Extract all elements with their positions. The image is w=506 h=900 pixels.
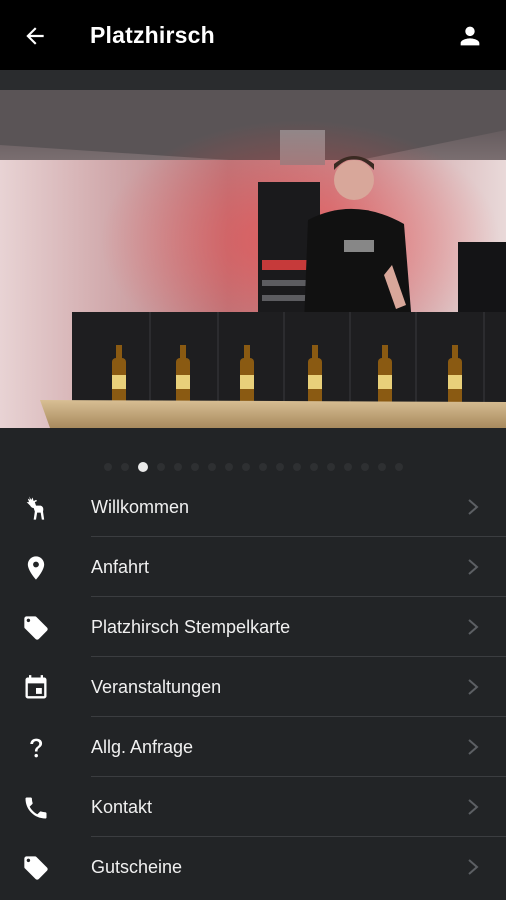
slider-dot[interactable] (326, 463, 335, 471)
hero-image-slider[interactable] (0, 90, 506, 428)
question-icon (30, 738, 43, 758)
tag-icon (24, 856, 48, 880)
slider-dot[interactable] (173, 463, 182, 471)
slider-dot[interactable] (207, 463, 216, 471)
menu-item-willkommen[interactable]: Willkommen (0, 477, 506, 537)
chevron-right-icon (468, 679, 479, 695)
menu-item-veranstaltungen[interactable]: Veranstaltungen (0, 657, 506, 717)
main-menu: Willkommen Anfahrt Platzhirsch Stempelka… (0, 477, 506, 897)
menu-item-label: Veranstaltungen (91, 677, 222, 697)
menu-item-gutscheine[interactable]: Gutscheine (0, 837, 506, 897)
slider-dot[interactable] (190, 463, 199, 471)
menu-item-label: Anfahrt (91, 557, 150, 577)
page-title: Platzhirsch (90, 22, 215, 48)
menu-item-anfrage[interactable]: Allg. Anfrage (0, 717, 506, 777)
slider-dot[interactable] (360, 463, 369, 471)
chevron-right-icon (468, 619, 479, 635)
slider-dot[interactable] (394, 463, 403, 471)
slider-dot[interactable] (309, 463, 318, 471)
slider-dot[interactable] (137, 462, 148, 472)
app-bar: Platzhirsch (0, 0, 506, 70)
header-divider-strip (0, 70, 506, 90)
slider-dot[interactable] (343, 463, 352, 471)
slider-dot[interactable] (120, 463, 129, 471)
chevron-right-icon (468, 559, 479, 575)
chevron-right-icon (468, 799, 479, 815)
slider-dot[interactable] (241, 463, 250, 471)
slider-dot[interactable] (156, 463, 165, 471)
menu-item-anfahrt[interactable]: Anfahrt (0, 537, 506, 597)
menu-item-kontakt[interactable]: Kontakt (0, 777, 506, 837)
tag-icon (24, 616, 48, 640)
phone-icon (25, 797, 47, 819)
arrow-left-icon[interactable] (22, 23, 48, 49)
slider-dot[interactable] (377, 463, 386, 471)
menu-item-label: Kontakt (91, 797, 153, 817)
chevron-right-icon (468, 859, 479, 875)
location-pin-icon (27, 556, 45, 580)
chevron-right-icon (468, 499, 479, 515)
slider-page-indicator[interactable] (0, 459, 506, 475)
menu-item-label: Gutscheine (91, 857, 183, 877)
menu-item-label: Willkommen (91, 497, 190, 517)
slider-dot[interactable] (103, 463, 112, 471)
slider-dot[interactable] (292, 463, 301, 471)
person-icon[interactable] (456, 22, 484, 50)
menu-item-label: Platzhirsch Stempelkarte (91, 617, 291, 637)
slider-dot[interactable] (258, 463, 267, 471)
deer-icon (26, 496, 45, 520)
slider-dot[interactable] (275, 463, 284, 471)
menu-item-label: Allg. Anfrage (91, 737, 194, 757)
menu-item-stempelkarte[interactable]: Platzhirsch Stempelkarte (0, 597, 506, 657)
slider-dot[interactable] (224, 463, 233, 471)
chevron-right-icon (468, 739, 479, 755)
calendar-icon (25, 675, 47, 699)
dj-at-bar-photo (0, 90, 506, 428)
